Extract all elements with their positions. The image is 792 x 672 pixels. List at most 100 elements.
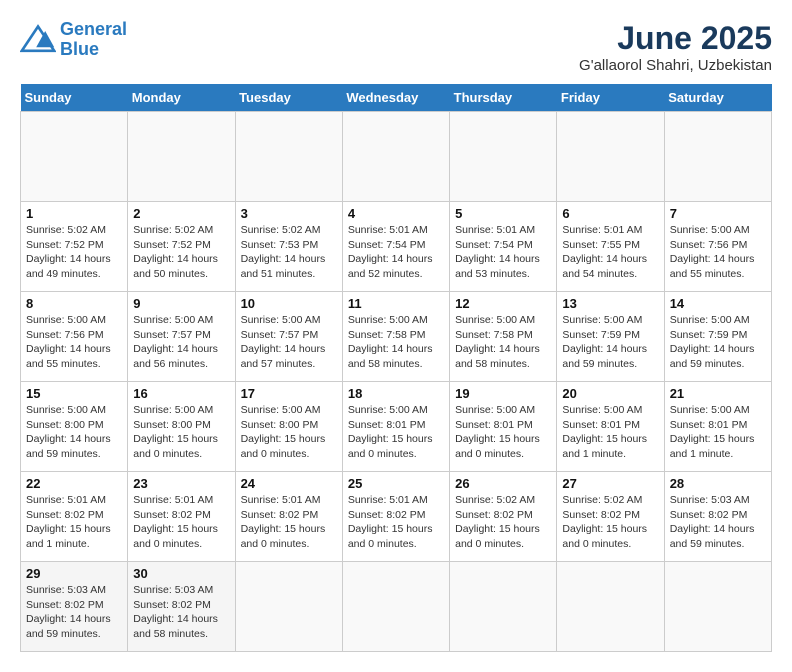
day-number: 12 bbox=[455, 296, 551, 311]
day-info: Sunrise: 5:01 AMSunset: 8:02 PMDaylight:… bbox=[348, 493, 444, 552]
calendar-week-0 bbox=[21, 112, 772, 202]
day-info: Sunrise: 5:00 AMSunset: 8:01 PMDaylight:… bbox=[562, 403, 658, 462]
day-info: Sunrise: 5:00 AMSunset: 8:01 PMDaylight:… bbox=[455, 403, 551, 462]
day-number: 30 bbox=[133, 566, 229, 581]
day-info: Sunrise: 5:00 AMSunset: 7:59 PMDaylight:… bbox=[562, 313, 658, 372]
day-info: Sunrise: 5:02 AMSunset: 7:52 PMDaylight:… bbox=[133, 223, 229, 282]
calendar-table: SundayMondayTuesdayWednesdayThursdayFrid… bbox=[20, 84, 772, 652]
day-info: Sunrise: 5:00 AMSunset: 7:56 PMDaylight:… bbox=[670, 223, 766, 282]
day-number: 22 bbox=[26, 476, 122, 491]
day-info: Sunrise: 5:01 AMSunset: 8:02 PMDaylight:… bbox=[241, 493, 337, 552]
day-number: 21 bbox=[670, 386, 766, 401]
day-number: 25 bbox=[348, 476, 444, 491]
day-number: 5 bbox=[455, 206, 551, 221]
calendar-cell: 20 Sunrise: 5:00 AMSunset: 8:01 PMDaylig… bbox=[557, 382, 664, 472]
day-number: 23 bbox=[133, 476, 229, 491]
day-number: 8 bbox=[26, 296, 122, 311]
day-number: 29 bbox=[26, 566, 122, 581]
day-number: 14 bbox=[670, 296, 766, 311]
calendar-cell: 14 Sunrise: 5:00 AMSunset: 7:59 PMDaylig… bbox=[664, 292, 771, 382]
calendar-cell bbox=[557, 112, 664, 202]
day-info: Sunrise: 5:03 AMSunset: 8:02 PMDaylight:… bbox=[670, 493, 766, 552]
day-number: 3 bbox=[241, 206, 337, 221]
calendar-cell bbox=[21, 112, 128, 202]
day-info: Sunrise: 5:02 AMSunset: 7:52 PMDaylight:… bbox=[26, 223, 122, 282]
weekday-header-tuesday: Tuesday bbox=[235, 84, 342, 112]
day-info: Sunrise: 5:00 AMSunset: 7:58 PMDaylight:… bbox=[455, 313, 551, 372]
calendar-cell: 15 Sunrise: 5:00 AMSunset: 8:00 PMDaylig… bbox=[21, 382, 128, 472]
calendar-cell: 6 Sunrise: 5:01 AMSunset: 7:55 PMDayligh… bbox=[557, 202, 664, 292]
calendar-week-5: 29 Sunrise: 5:03 AMSunset: 8:02 PMDaylig… bbox=[21, 562, 772, 652]
calendar-cell: 26 Sunrise: 5:02 AMSunset: 8:02 PMDaylig… bbox=[450, 472, 557, 562]
calendar-cell bbox=[342, 112, 449, 202]
logo: General Blue bbox=[20, 20, 127, 60]
day-number: 13 bbox=[562, 296, 658, 311]
day-info: Sunrise: 5:01 AMSunset: 7:54 PMDaylight:… bbox=[455, 223, 551, 282]
title-area: June 2025 G'allaorol Shahri, Uzbekistan bbox=[579, 20, 772, 74]
calendar-cell: 29 Sunrise: 5:03 AMSunset: 8:02 PMDaylig… bbox=[21, 562, 128, 652]
day-info: Sunrise: 5:00 AMSunset: 8:01 PMDaylight:… bbox=[670, 403, 766, 462]
day-number: 1 bbox=[26, 206, 122, 221]
calendar-cell: 27 Sunrise: 5:02 AMSunset: 8:02 PMDaylig… bbox=[557, 472, 664, 562]
day-info: Sunrise: 5:00 AMSunset: 8:01 PMDaylight:… bbox=[348, 403, 444, 462]
day-number: 4 bbox=[348, 206, 444, 221]
day-number: 6 bbox=[562, 206, 658, 221]
day-number: 10 bbox=[241, 296, 337, 311]
calendar-cell bbox=[128, 112, 235, 202]
day-number: 18 bbox=[348, 386, 444, 401]
calendar-cell: 23 Sunrise: 5:01 AMSunset: 8:02 PMDaylig… bbox=[128, 472, 235, 562]
calendar-cell: 30 Sunrise: 5:03 AMSunset: 8:02 PMDaylig… bbox=[128, 562, 235, 652]
calendar-cell: 12 Sunrise: 5:00 AMSunset: 7:58 PMDaylig… bbox=[450, 292, 557, 382]
calendar-cell bbox=[450, 562, 557, 652]
weekday-header-row: SundayMondayTuesdayWednesdayThursdayFrid… bbox=[21, 84, 772, 112]
calendar-cell: 11 Sunrise: 5:00 AMSunset: 7:58 PMDaylig… bbox=[342, 292, 449, 382]
month-title: June 2025 bbox=[579, 20, 772, 57]
logo-text: General Blue bbox=[60, 20, 127, 60]
day-number: 28 bbox=[670, 476, 766, 491]
day-number: 16 bbox=[133, 386, 229, 401]
day-info: Sunrise: 5:00 AMSunset: 7:57 PMDaylight:… bbox=[241, 313, 337, 372]
day-number: 24 bbox=[241, 476, 337, 491]
calendar-cell: 28 Sunrise: 5:03 AMSunset: 8:02 PMDaylig… bbox=[664, 472, 771, 562]
day-info: Sunrise: 5:01 AMSunset: 8:02 PMDaylight:… bbox=[133, 493, 229, 552]
calendar-cell: 7 Sunrise: 5:00 AMSunset: 7:56 PMDayligh… bbox=[664, 202, 771, 292]
day-number: 15 bbox=[26, 386, 122, 401]
day-info: Sunrise: 5:00 AMSunset: 8:00 PMDaylight:… bbox=[241, 403, 337, 462]
weekday-header-monday: Monday bbox=[128, 84, 235, 112]
weekday-header-wednesday: Wednesday bbox=[342, 84, 449, 112]
calendar-week-4: 22 Sunrise: 5:01 AMSunset: 8:02 PMDaylig… bbox=[21, 472, 772, 562]
calendar-cell bbox=[450, 112, 557, 202]
day-info: Sunrise: 5:00 AMSunset: 7:58 PMDaylight:… bbox=[348, 313, 444, 372]
day-info: Sunrise: 5:00 AMSunset: 8:00 PMDaylight:… bbox=[133, 403, 229, 462]
calendar-cell bbox=[342, 562, 449, 652]
calendar-cell: 10 Sunrise: 5:00 AMSunset: 7:57 PMDaylig… bbox=[235, 292, 342, 382]
day-info: Sunrise: 5:00 AMSunset: 7:59 PMDaylight:… bbox=[670, 313, 766, 372]
day-number: 9 bbox=[133, 296, 229, 311]
calendar-cell: 3 Sunrise: 5:02 AMSunset: 7:53 PMDayligh… bbox=[235, 202, 342, 292]
calendar-cell: 9 Sunrise: 5:00 AMSunset: 7:57 PMDayligh… bbox=[128, 292, 235, 382]
calendar-cell: 18 Sunrise: 5:00 AMSunset: 8:01 PMDaylig… bbox=[342, 382, 449, 472]
day-number: 17 bbox=[241, 386, 337, 401]
calendar-cell: 4 Sunrise: 5:01 AMSunset: 7:54 PMDayligh… bbox=[342, 202, 449, 292]
weekday-header-friday: Friday bbox=[557, 84, 664, 112]
weekday-header-sunday: Sunday bbox=[21, 84, 128, 112]
calendar-cell: 25 Sunrise: 5:01 AMSunset: 8:02 PMDaylig… bbox=[342, 472, 449, 562]
calendar-cell: 8 Sunrise: 5:00 AMSunset: 7:56 PMDayligh… bbox=[21, 292, 128, 382]
day-info: Sunrise: 5:00 AMSunset: 8:00 PMDaylight:… bbox=[26, 403, 122, 462]
day-info: Sunrise: 5:02 AMSunset: 7:53 PMDaylight:… bbox=[241, 223, 337, 282]
calendar-cell: 24 Sunrise: 5:01 AMSunset: 8:02 PMDaylig… bbox=[235, 472, 342, 562]
logo-blue: Blue bbox=[60, 39, 99, 59]
day-info: Sunrise: 5:01 AMSunset: 7:55 PMDaylight:… bbox=[562, 223, 658, 282]
calendar-cell: 17 Sunrise: 5:00 AMSunset: 8:00 PMDaylig… bbox=[235, 382, 342, 472]
calendar-cell: 21 Sunrise: 5:00 AMSunset: 8:01 PMDaylig… bbox=[664, 382, 771, 472]
calendar-cell bbox=[664, 562, 771, 652]
logo-icon bbox=[20, 22, 56, 58]
calendar-week-2: 8 Sunrise: 5:00 AMSunset: 7:56 PMDayligh… bbox=[21, 292, 772, 382]
weekday-header-thursday: Thursday bbox=[450, 84, 557, 112]
logo-general: General bbox=[60, 19, 127, 39]
day-info: Sunrise: 5:03 AMSunset: 8:02 PMDaylight:… bbox=[133, 583, 229, 642]
location-label: G'allaorol Shahri, Uzbekistan bbox=[579, 57, 772, 74]
calendar-cell bbox=[235, 112, 342, 202]
day-number: 19 bbox=[455, 386, 551, 401]
day-info: Sunrise: 5:01 AMSunset: 8:02 PMDaylight:… bbox=[26, 493, 122, 552]
